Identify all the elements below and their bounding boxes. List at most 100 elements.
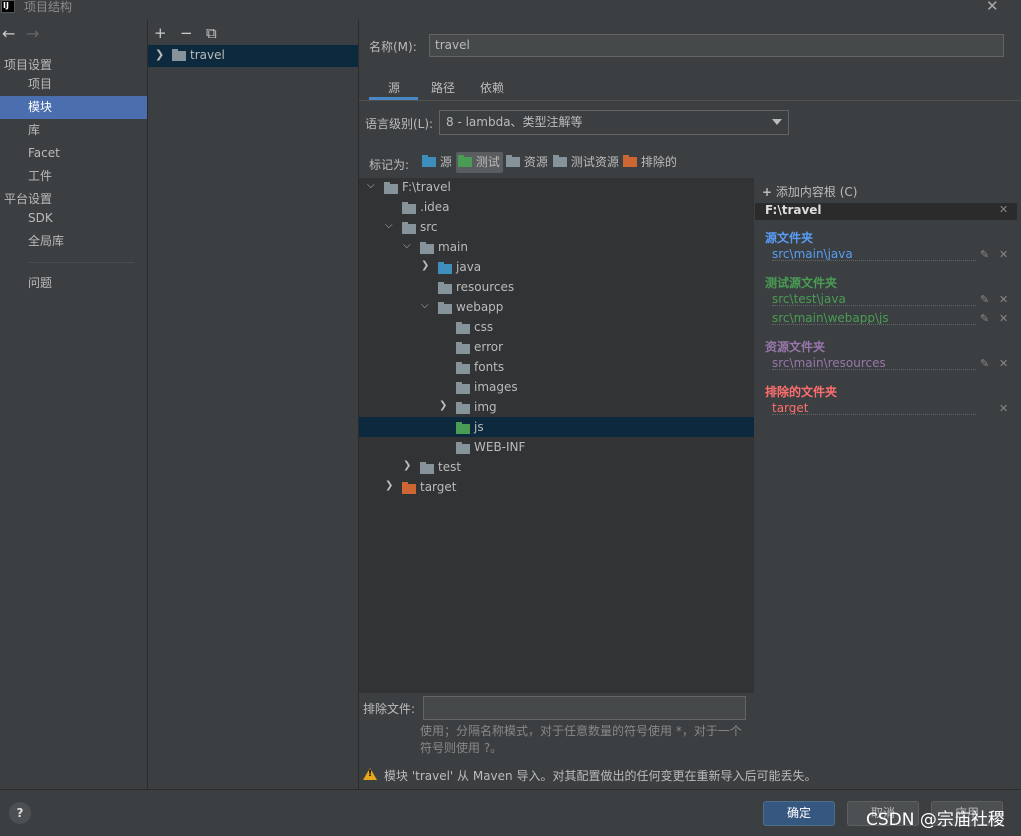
unmark-folder-icon[interactable]: ✕ bbox=[999, 357, 1008, 370]
module-folder-icon bbox=[172, 49, 186, 61]
exclude-files-help: 使用；分隔名称模式，对于任意数量的符号使用 *，对于一个符号则使用 ?。 bbox=[420, 724, 742, 755]
add-content-root-button[interactable]: + 添加内容根 (C) bbox=[762, 183, 857, 200]
exclude-files-input[interactable] bbox=[423, 696, 746, 720]
add-module-icon[interactable]: + bbox=[154, 24, 167, 42]
folder-icon bbox=[456, 342, 470, 354]
intellij-app-icon: IJ bbox=[1, 0, 15, 13]
tree-item[interactable]: fonts bbox=[474, 357, 504, 377]
folder-icon bbox=[456, 442, 470, 454]
nav-item-libraries[interactable]: 库 bbox=[0, 119, 147, 142]
module-name-input[interactable]: travel bbox=[429, 34, 1004, 57]
module-name: travel bbox=[190, 48, 225, 62]
back-arrow-icon[interactable]: ← bbox=[2, 24, 15, 43]
nav-item-global-libraries[interactable]: 全局库 bbox=[0, 230, 147, 253]
unmark-folder-icon[interactable]: ✕ bbox=[999, 248, 1008, 261]
exclude-files-label: 排除文件: bbox=[363, 702, 416, 716]
mark-as-sources-button[interactable]: 源 bbox=[420, 152, 452, 173]
tree-item[interactable]: images bbox=[474, 377, 518, 397]
content-root-path: F:\travel bbox=[765, 203, 822, 217]
chevron-right-icon[interactable]: ❯ bbox=[421, 260, 429, 271]
language-level-select[interactable]: 8 - lambda、类型注解等 bbox=[439, 110, 789, 135]
tree-item[interactable]: webapp bbox=[456, 297, 503, 317]
forward-arrow-icon[interactable]: → bbox=[26, 24, 39, 43]
mark-as-sources-label: 源 bbox=[439, 155, 452, 169]
content-root-panel bbox=[755, 178, 1021, 764]
mark-as-test-resources-label: 测试资源 bbox=[570, 155, 619, 169]
copy-module-icon[interactable]: ⧉ bbox=[206, 24, 217, 42]
folder-icon bbox=[456, 402, 470, 414]
edit-properties-icon[interactable]: ✎ bbox=[980, 293, 989, 306]
mark-as-resources-button[interactable]: 资源 bbox=[504, 152, 548, 173]
folder-icon bbox=[456, 422, 470, 434]
nav-divider bbox=[28, 262, 134, 263]
folder-icon bbox=[438, 282, 452, 294]
folder-icon bbox=[438, 302, 452, 314]
nav-header-project-settings: 项目设置 bbox=[4, 58, 53, 72]
plus-icon: + bbox=[762, 185, 773, 199]
content-root-section-title: 排除的文件夹 bbox=[765, 385, 838, 399]
mark-as-excluded-button[interactable]: 排除的 bbox=[621, 152, 677, 173]
maven-import-warning: 模块 'travel' 从 Maven 导入。对其配置做出的任何变更在重新导入后… bbox=[384, 769, 817, 783]
nav-item-artifacts[interactable]: 工件 bbox=[0, 165, 147, 188]
nav-item-facets[interactable]: Facet bbox=[0, 142, 147, 165]
content-root-path-item: src\test\java bbox=[772, 292, 976, 306]
tabs-divider bbox=[359, 100, 1021, 101]
add-content-root-label: 添加内容根 (C) bbox=[775, 185, 858, 199]
unmark-folder-icon[interactable]: ✕ bbox=[999, 293, 1008, 306]
nav-item-sdk[interactable]: SDK bbox=[0, 207, 147, 230]
folder-icon bbox=[456, 322, 470, 334]
tree-item[interactable]: java bbox=[456, 257, 481, 277]
chevron-right-icon[interactable]: ❯ bbox=[385, 480, 393, 491]
tab-paths[interactable]: 路径 bbox=[431, 79, 455, 96]
chevron-right-icon[interactable]: ❯ bbox=[439, 400, 447, 411]
edit-properties-icon[interactable]: ✎ bbox=[980, 312, 989, 325]
remove-module-icon[interactable]: − bbox=[180, 24, 193, 42]
edit-properties-icon[interactable]: ✎ bbox=[980, 248, 989, 261]
tree-item[interactable]: .idea bbox=[420, 197, 450, 217]
folder-icon bbox=[456, 362, 470, 374]
tree-item[interactable]: F:\travel bbox=[402, 177, 451, 197]
panel-divider bbox=[147, 20, 148, 790]
content-root-section-title: 源文件夹 bbox=[765, 231, 814, 245]
unmark-folder-icon[interactable]: ✕ bbox=[999, 402, 1008, 415]
tree-item[interactable]: WEB-INF bbox=[474, 437, 525, 457]
help-button[interactable]: ? bbox=[9, 802, 31, 824]
mark-as-tests-button[interactable]: 测试 bbox=[456, 152, 503, 173]
chevron-right-icon[interactable]: ❯ bbox=[403, 460, 411, 471]
content-root-section-title: 资源文件夹 bbox=[765, 340, 826, 354]
tree-item[interactable]: main bbox=[438, 237, 468, 257]
dropdown-arrow-icon[interactable] bbox=[772, 119, 782, 125]
tree-item[interactable]: test bbox=[438, 457, 461, 477]
tree-item[interactable]: resources bbox=[456, 277, 514, 297]
mark-as-test-resources-button[interactable]: 测试资源 bbox=[551, 152, 619, 173]
close-window-icon[interactable]: ✕ bbox=[986, 0, 999, 15]
content-root-path-item: src\main\java bbox=[772, 247, 976, 261]
chevron-down-icon[interactable]: ⌵ bbox=[421, 300, 429, 311]
ok-button[interactable]: 确定 bbox=[763, 801, 835, 826]
chevron-right-icon[interactable]: ❯ bbox=[155, 48, 164, 61]
nav-header-platform-settings: 平台设置 bbox=[4, 192, 53, 206]
window-title: 项目结构 bbox=[24, 0, 73, 14]
remove-content-root-icon[interactable]: ✕ bbox=[999, 203, 1008, 216]
tree-item[interactable]: target bbox=[420, 477, 457, 497]
nav-item-project[interactable]: 项目 bbox=[0, 73, 147, 96]
tab-dependencies[interactable]: 依赖 bbox=[480, 79, 504, 96]
tab-sources[interactable]: 源 bbox=[388, 79, 400, 96]
chevron-down-icon[interactable]: ⌵ bbox=[385, 220, 393, 231]
name-label: 名称(M): bbox=[369, 40, 417, 54]
edit-properties-icon[interactable]: ✎ bbox=[980, 357, 989, 370]
nav-item-problems[interactable]: 问题 bbox=[0, 272, 147, 295]
unmark-folder-icon[interactable]: ✕ bbox=[999, 312, 1008, 325]
folder-icon bbox=[420, 462, 434, 474]
tree-item[interactable]: img bbox=[474, 397, 497, 417]
content-root-path-item: src\main\resources bbox=[772, 356, 976, 370]
folder-icon bbox=[402, 222, 416, 234]
chevron-down-icon[interactable]: ⌵ bbox=[403, 240, 411, 251]
chevron-down-icon[interactable]: ⌵ bbox=[367, 180, 375, 191]
mark-as-excluded-label: 排除的 bbox=[640, 155, 677, 169]
tree-item[interactable]: src bbox=[420, 217, 438, 237]
tree-item[interactable]: js bbox=[474, 417, 484, 437]
tree-item[interactable]: error bbox=[474, 337, 503, 357]
nav-item-modules[interactable]: 模块 bbox=[0, 96, 147, 119]
tree-item[interactable]: css bbox=[474, 317, 493, 337]
